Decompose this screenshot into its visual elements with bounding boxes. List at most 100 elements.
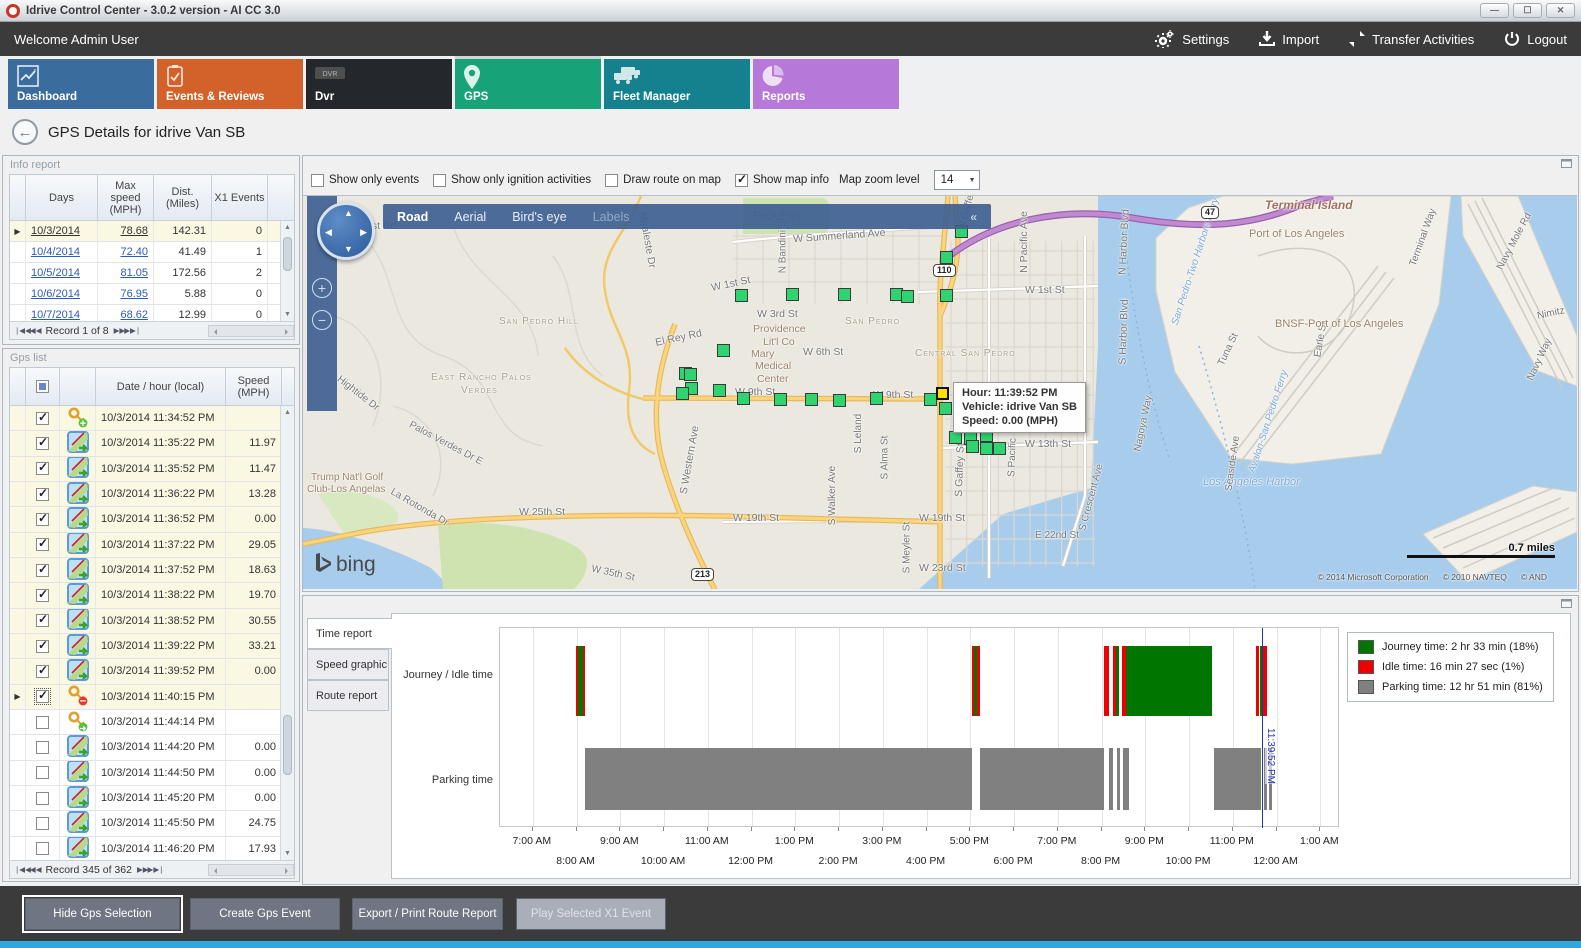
row-checkbox[interactable] bbox=[36, 640, 49, 653]
row-checkbox[interactable] bbox=[36, 817, 49, 830]
selected-gps-marker[interactable] bbox=[936, 387, 949, 400]
row-checkbox[interactable] bbox=[36, 564, 49, 577]
gps-hscrollbar[interactable] bbox=[208, 864, 294, 876]
gps-list-row[interactable]: ▶ − 10/3/2014 11:40:15 PM bbox=[10, 685, 294, 710]
gps-list-row[interactable]: 10/3/2014 11:39:22 PM 33.21 bbox=[10, 634, 294, 659]
last-record-icon[interactable]: ▶ ▶▶ ▶❘ bbox=[137, 865, 164, 874]
column-header[interactable]: Speed (MPH) bbox=[226, 368, 282, 405]
column-header[interactable] bbox=[10, 175, 26, 220]
gps-list-row[interactable]: 10/3/2014 11:45:50 PM 24.75 bbox=[10, 811, 294, 836]
checkbox-icon[interactable] bbox=[735, 174, 748, 187]
gps-marker[interactable] bbox=[684, 368, 697, 381]
scroll-up-icon[interactable]: ▲ bbox=[281, 221, 294, 234]
gps-marker[interactable] bbox=[980, 442, 993, 455]
scroll-up-icon[interactable]: ▲ bbox=[281, 406, 294, 419]
tab-reports[interactable]: Reports bbox=[753, 59, 899, 109]
gps-list-row[interactable]: 10/3/2014 11:37:22 PM 29.05 bbox=[10, 533, 294, 558]
map-compass-icon[interactable]: ▲▼ ◀▶ bbox=[317, 202, 375, 260]
gps-marker[interactable] bbox=[838, 288, 851, 301]
gps-list-row[interactable]: 10/3/2014 11:37:52 PM 18.63 bbox=[10, 558, 294, 583]
close-button[interactable]: ✕ bbox=[1546, 3, 1575, 18]
map-zoom-level-select[interactable]: 14▼ bbox=[934, 170, 980, 190]
checkbox-show-map-info[interactable]: Show map info bbox=[735, 174, 829, 187]
gps-list-row[interactable]: 10/3/2014 11:39:52 PM 0.00 bbox=[10, 659, 294, 684]
select-all-checkbox[interactable] bbox=[36, 380, 49, 393]
row-checkbox[interactable] bbox=[36, 741, 49, 754]
map-style-aerial[interactable]: Aerial bbox=[454, 210, 486, 224]
row-checkbox[interactable] bbox=[36, 589, 49, 602]
tab-gps[interactable]: GPS bbox=[455, 59, 601, 109]
gps-marker[interactable] bbox=[786, 288, 799, 301]
maximize-panel-icon[interactable] bbox=[1561, 599, 1572, 608]
gps-marker[interactable] bbox=[993, 442, 1006, 455]
table-row[interactable]: 10/5/2014 81.05 172.56 2 bbox=[10, 263, 294, 284]
create-gps-event-button[interactable]: Create Gps Event bbox=[190, 898, 340, 930]
day-link[interactable]: 10/3/2014 bbox=[31, 225, 80, 237]
transfer-activities-button[interactable]: Transfer Activities bbox=[1349, 30, 1474, 48]
column-header[interactable]: Date / hour (local) bbox=[96, 368, 226, 405]
max-speed-link[interactable]: 76.95 bbox=[120, 288, 148, 300]
gps-list-row[interactable]: 10/3/2014 11:38:52 PM 30.55 bbox=[10, 609, 294, 634]
gps-marker[interactable] bbox=[676, 387, 689, 400]
gps-marker[interactable] bbox=[901, 290, 914, 303]
toolbar-collapse-icon[interactable]: « bbox=[970, 210, 977, 224]
tab-events-reviews[interactable]: Events & Reviews bbox=[157, 59, 303, 109]
info-grid-scrollbar[interactable]: ▲ ▼ bbox=[280, 221, 294, 321]
table-row[interactable]: 10/6/2014 76.95 5.88 0 bbox=[10, 284, 294, 305]
zoom-out-icon[interactable]: − bbox=[312, 310, 332, 330]
gps-marker[interactable] bbox=[713, 384, 726, 397]
checkbox-show-only-ignition-activities[interactable]: Show only ignition activities bbox=[433, 174, 591, 187]
checkbox-draw-route-on-map[interactable]: Draw route on map bbox=[605, 174, 721, 187]
row-checkbox[interactable] bbox=[36, 488, 49, 501]
column-header[interactable]: Dist. (Miles) bbox=[154, 175, 212, 220]
max-speed-link[interactable]: 72.40 bbox=[120, 246, 148, 258]
column-header[interactable]: Max speed (MPH) bbox=[98, 175, 154, 220]
column-header[interactable] bbox=[10, 368, 26, 405]
tab-dashboard[interactable]: Dashboard bbox=[8, 59, 154, 109]
checkbox-icon[interactable] bbox=[433, 174, 446, 187]
gps-marker[interactable] bbox=[940, 289, 953, 302]
row-checkbox[interactable] bbox=[36, 538, 49, 551]
table-row[interactable]: 10/4/2014 72.40 41.49 1 bbox=[10, 242, 294, 263]
maximize-panel-icon[interactable] bbox=[1561, 159, 1572, 168]
settings-button[interactable]: Settings bbox=[1155, 30, 1229, 48]
gps-marker[interactable] bbox=[940, 251, 953, 264]
map-style-road[interactable]: Road bbox=[397, 210, 428, 224]
row-checkbox[interactable] bbox=[36, 614, 49, 627]
first-record-icon[interactable]: ❘◀ ◀◀ ◀ bbox=[14, 326, 41, 335]
info-hscrollbar[interactable] bbox=[208, 325, 294, 337]
logout-button[interactable]: Logout bbox=[1504, 31, 1567, 47]
row-checkbox[interactable] bbox=[36, 766, 49, 779]
day-link[interactable]: 10/7/2014 bbox=[31, 309, 80, 321]
gps-marker[interactable] bbox=[805, 393, 818, 406]
day-link[interactable]: 10/5/2014 bbox=[31, 267, 80, 279]
gps-list-row[interactable]: ➜ 10/3/2014 11:44:14 PM bbox=[10, 710, 294, 735]
row-checkbox[interactable] bbox=[36, 792, 49, 805]
map-style-labels[interactable]: Labels bbox=[593, 210, 630, 224]
gps-list-row[interactable]: 10/3/2014 11:46:20 PM 17.93 bbox=[10, 837, 294, 862]
gps-grid-scrollbar[interactable]: ▲ ▼ bbox=[280, 406, 294, 860]
gps-marker[interactable] bbox=[833, 394, 846, 407]
gps-marker[interactable] bbox=[737, 392, 750, 405]
minimize-button[interactable]: — bbox=[1480, 3, 1509, 18]
hide-gps-selection-button[interactable]: Hide Gps Selection bbox=[25, 898, 180, 930]
gps-list-row[interactable]: 10/3/2014 11:38:22 PM 19.70 bbox=[10, 583, 294, 608]
chart-tab-route-report[interactable]: Route report bbox=[307, 680, 389, 711]
gps-list-row[interactable]: 10/3/2014 11:36:52 PM 0.00 bbox=[10, 507, 294, 532]
import-button[interactable]: Import bbox=[1259, 31, 1319, 47]
chart-tab-time-report[interactable]: Time report bbox=[307, 618, 392, 649]
gps-list-row[interactable]: 10/3/2014 11:45:20 PM 0.00 bbox=[10, 786, 294, 811]
scroll-down-icon[interactable]: ▼ bbox=[281, 847, 294, 860]
column-header[interactable] bbox=[60, 368, 96, 405]
day-link[interactable]: 10/4/2014 bbox=[31, 246, 80, 258]
checkbox-icon[interactable] bbox=[311, 174, 324, 187]
gps-list-row[interactable]: 10/3/2014 11:44:50 PM 0.00 bbox=[10, 761, 294, 786]
select-all-checkbox[interactable] bbox=[26, 368, 60, 405]
row-checkbox[interactable] bbox=[36, 412, 49, 425]
row-checkbox[interactable] bbox=[36, 842, 49, 855]
checkbox-show-only-events[interactable]: Show only events bbox=[311, 174, 419, 187]
gps-list-row[interactable]: 10/3/2014 11:44:20 PM 0.00 bbox=[10, 735, 294, 760]
gps-marker[interactable] bbox=[735, 289, 748, 302]
gps-list-row[interactable]: + 10/3/2014 11:34:52 PM bbox=[10, 406, 294, 431]
max-speed-link[interactable]: 78.68 bbox=[120, 225, 148, 237]
